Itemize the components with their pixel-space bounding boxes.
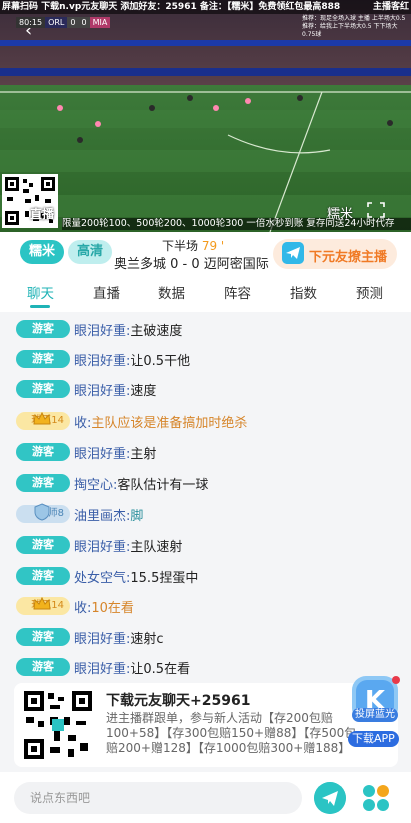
chat-username[interactable]: 眼泪好重: xyxy=(74,628,130,647)
chat-username[interactable]: 掏空心: xyxy=(74,474,117,493)
chat-username[interactable]: 眼泪好重: xyxy=(74,350,130,369)
match-score: 奥兰多城 0 - 0 迈阿密国际 xyxy=(114,257,269,272)
guest-badge: 游客 xyxy=(16,443,70,461)
chat-message: 游客 眼泪好重: 主射 xyxy=(16,441,156,463)
chat-text: 让0.5干他 xyxy=(130,353,191,369)
room-name-pill[interactable]: 糯米 xyxy=(20,240,64,264)
chat-message: 游客 眼泪好重: 让0.5干他 xyxy=(16,348,190,370)
download-app-label[interactable]: 下载APP xyxy=(348,731,399,747)
chat-text: 主破速度 xyxy=(130,323,183,339)
contact-anchor-label: 下元友撩主播 xyxy=(309,250,388,265)
chat-username[interactable]: 油里画杰: xyxy=(74,505,130,524)
score-bug-away-score: 0 xyxy=(78,17,90,28)
score-bug-home-score: 0 xyxy=(67,17,79,28)
bottom-ticker: 限量200轮100、500轮200、1000轮300 一倍水秒到账 复存同送24… xyxy=(62,218,411,230)
guest-badge: 游客 xyxy=(16,380,70,398)
quality-pill[interactable]: 高清 xyxy=(68,240,112,264)
promo-description: 进主播群跟单，参与新人活动【存200包赔100+58】【存300包赔150+赠8… xyxy=(106,711,357,755)
tab-data[interactable]: 数据 xyxy=(158,282,185,302)
period-label: 下半场 xyxy=(162,239,199,253)
match-period: 下半场 79 ' xyxy=(162,237,224,254)
chat-input[interactable]: 说点东西吧 xyxy=(14,782,302,814)
guest-badge: 游客 xyxy=(16,628,70,646)
video-player[interactable]: 屏幕扫码 下载n.vp元友聊天 添加好友：25961 备注：【糯米】免费领红包最… xyxy=(0,0,411,232)
chat-message: 游客 眼泪好重: 主破速度 xyxy=(16,318,182,340)
guest-badge: 游客 xyxy=(16,567,70,585)
chat-text: 10在看 xyxy=(91,600,134,616)
tab-lineup[interactable]: 阵容 xyxy=(224,282,251,302)
chat-message: 游客 掏空心: 客队估计有一球 xyxy=(16,472,208,494)
chat-username[interactable]: 处女空气: xyxy=(74,567,130,586)
chat-username[interactable]: 收: xyxy=(74,412,91,431)
score-bug: 80:15 ORL 0 0 MIA xyxy=(16,17,111,28)
qr-code-icon xyxy=(24,691,92,759)
tab-bar xyxy=(0,274,411,312)
chat-username[interactable]: 眼泪好重: xyxy=(74,320,130,339)
guest-badge: 游客 xyxy=(16,536,70,554)
video-qr-label: 直播 xyxy=(30,207,55,221)
guest-badge: 游客 xyxy=(16,658,70,676)
score-bug-home: ORL xyxy=(45,17,68,28)
match-minute: 79 ' xyxy=(201,239,225,253)
chat-text: 脚 xyxy=(130,508,144,524)
guest-badge: 游客 xyxy=(16,474,70,492)
telegram-icon xyxy=(282,242,304,264)
top-ticker: 屏幕扫码 下载n.vp元友聊天 添加好友：25961 备注：【糯米】免费领红包最… xyxy=(0,0,411,14)
tab-odds[interactable]: 指数 xyxy=(290,282,317,302)
chat-text: 速射c xyxy=(130,631,164,647)
chat-text: 速度 xyxy=(130,383,157,399)
top-ticker-text: 屏幕扫码 下载n.vp元友聊天 添加好友：25961 备注：【糯米】免费领红包最… xyxy=(2,2,341,12)
chat-message: 游客 眼泪好重: 速射c xyxy=(16,626,164,648)
chat-text: 主队速射 xyxy=(130,539,183,555)
chat-username[interactable]: 眼泪好重: xyxy=(74,536,130,555)
chat-text: 让0.5在看 xyxy=(130,661,191,677)
tab-chat[interactable]: 聊天 xyxy=(27,282,54,302)
chat-message: 游客 眼泪好重: 让0.5在看 xyxy=(16,656,190,678)
overlay-note: 推荐：现足全场入球 主播 上半场大0.5 推荐：给我上下半场大0.5 下下场大0… xyxy=(302,15,406,38)
cast-label: 投屏蓝光 xyxy=(352,708,398,722)
crown-icon xyxy=(33,411,51,425)
chat-text: 15.5捏蛋中 xyxy=(130,570,199,586)
apps-icon[interactable] xyxy=(362,784,390,812)
chat-message: 游客 处女空气: 15.5捏蛋中 xyxy=(16,565,198,587)
chat-text: 主队应该是准备搞加时绝杀 xyxy=(91,415,248,431)
score-bug-time: 80:15 xyxy=(16,17,46,28)
chat-username[interactable]: 眼泪好重: xyxy=(74,658,130,677)
chat-message: 游客 眼泪好重: 主队速射 xyxy=(16,534,182,556)
tab-live[interactable]: 直播 xyxy=(93,282,120,302)
chat-username[interactable]: 收: xyxy=(74,597,91,616)
chat-message: 游客 眼泪好重: 速度 xyxy=(16,378,156,400)
tab-active-indicator xyxy=(30,305,50,308)
fullscreen-icon[interactable] xyxy=(367,202,385,218)
chat-username[interactable]: 眼泪好重: xyxy=(74,443,130,462)
chat-message: 球师8 油里画杰: 脚 xyxy=(16,503,143,525)
top-ticker-tail: 主播客红 xyxy=(372,2,409,12)
chat-message: 球王14收: 主队应该是准备搞加时绝杀 xyxy=(16,410,247,432)
live-room-page: 屏幕扫码 下载n.vp元友聊天 添加好友：25961 备注：【糯米】免费领红包最… xyxy=(0,0,411,823)
tab-prediction[interactable]: 预测 xyxy=(356,282,383,302)
send-icon[interactable] xyxy=(314,782,346,814)
chat-message: 球王14收: 10在看 xyxy=(16,595,134,617)
chat-username[interactable]: 眼泪好重: xyxy=(74,380,130,399)
guest-badge: 游客 xyxy=(16,350,70,368)
guest-badge: 游客 xyxy=(16,320,70,338)
score-bug-away: MIA xyxy=(89,17,111,28)
promo-title: 下载元友聊天+25961 xyxy=(106,693,251,709)
crown-icon xyxy=(33,596,51,610)
chat-text: 客队估计有一球 xyxy=(117,477,209,493)
shield-icon xyxy=(34,503,50,521)
chat-text: 主射 xyxy=(130,446,157,462)
